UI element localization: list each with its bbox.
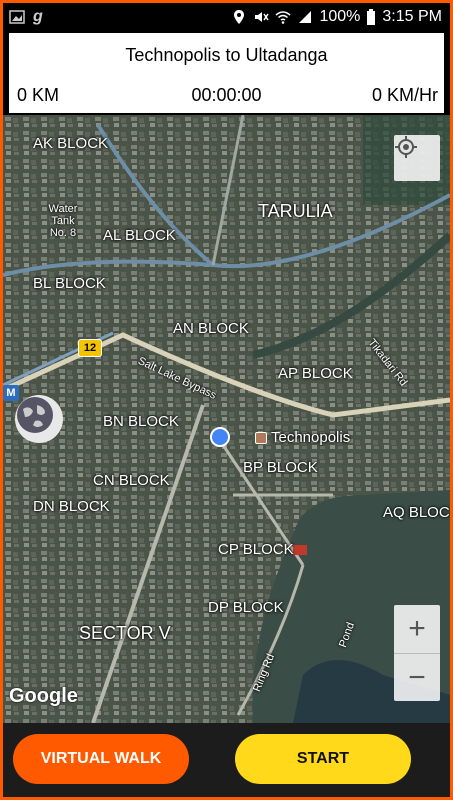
label-technopolis: Technopolis xyxy=(271,429,351,446)
speed-value: 0 KM/Hr xyxy=(371,85,438,105)
my-location-button[interactable] xyxy=(394,135,440,181)
mute-icon xyxy=(255,12,270,22)
status-left-icons: g xyxy=(9,9,49,25)
location-icon xyxy=(234,10,245,24)
wifi-icon xyxy=(275,11,291,24)
start-button[interactable]: START xyxy=(235,734,411,784)
label-cp-block: CP BLOCK xyxy=(218,541,294,558)
current-location-marker xyxy=(210,427,230,447)
label-ak-block: AK BLOCK xyxy=(33,135,109,152)
label-water-tank: Water Tank No. 8 xyxy=(48,203,78,239)
battery-percent: 100% xyxy=(319,8,361,25)
signal-icon xyxy=(299,11,312,23)
clock: 3:15 PM xyxy=(382,8,442,25)
label-tarulia: TARULIA xyxy=(258,201,333,221)
label-bp-block: BP BLOCK xyxy=(243,459,318,476)
route-title: Technopolis to Ultadanga xyxy=(125,45,328,65)
gallery-icon xyxy=(9,10,25,24)
label-bl-block: BL BLOCK xyxy=(33,275,106,292)
label-sector-v: SECTOR V xyxy=(79,623,171,643)
crosshair-icon xyxy=(395,136,417,158)
battery-icon xyxy=(367,9,376,25)
google-attribution: Google xyxy=(9,685,78,707)
route-info-panel: Technopolis to Ultadanga 0 KM 00:00:00 0… xyxy=(9,33,444,113)
label-dp-block: DP BLOCK xyxy=(208,599,284,616)
label-ap-block: AP BLOCK xyxy=(278,365,353,382)
app-frame: g 100% 3:15 PM Technopolis to Ultadanga … xyxy=(3,3,450,797)
bottom-action-bar: VIRTUAL WALK START xyxy=(3,723,450,797)
virtual-walk-button[interactable]: VIRTUAL WALK xyxy=(13,734,189,784)
status-right-icons: 100% 3:15 PM xyxy=(231,8,442,26)
zoom-controls: + − xyxy=(394,605,440,701)
label-dn-block: DN BLOCK xyxy=(33,498,110,515)
zoom-in-button[interactable]: + xyxy=(394,605,440,653)
label-aq-block: AQ BLOC xyxy=(383,504,450,521)
technopolis-poi-marker[interactable] xyxy=(255,432,267,444)
label-al-block: AL BLOCK xyxy=(103,227,176,244)
label-bn-block: BN BLOCK xyxy=(103,413,179,430)
status-bar: g 100% 3:15 PM xyxy=(3,3,450,33)
zoom-out-button[interactable]: − xyxy=(394,654,440,702)
map-type-toggle[interactable] xyxy=(15,395,63,443)
globe-icon xyxy=(17,397,53,433)
g-app-icon: g xyxy=(33,8,43,25)
label-cn-block: CN BLOCK xyxy=(93,472,170,489)
label-an-block: AN BLOCK xyxy=(173,320,249,337)
satellite-map[interactable]: AK BLOCK Water Tank No. 8 AL BLOCK TARUL… xyxy=(3,115,450,723)
route-12-shield: 12 xyxy=(78,339,102,357)
